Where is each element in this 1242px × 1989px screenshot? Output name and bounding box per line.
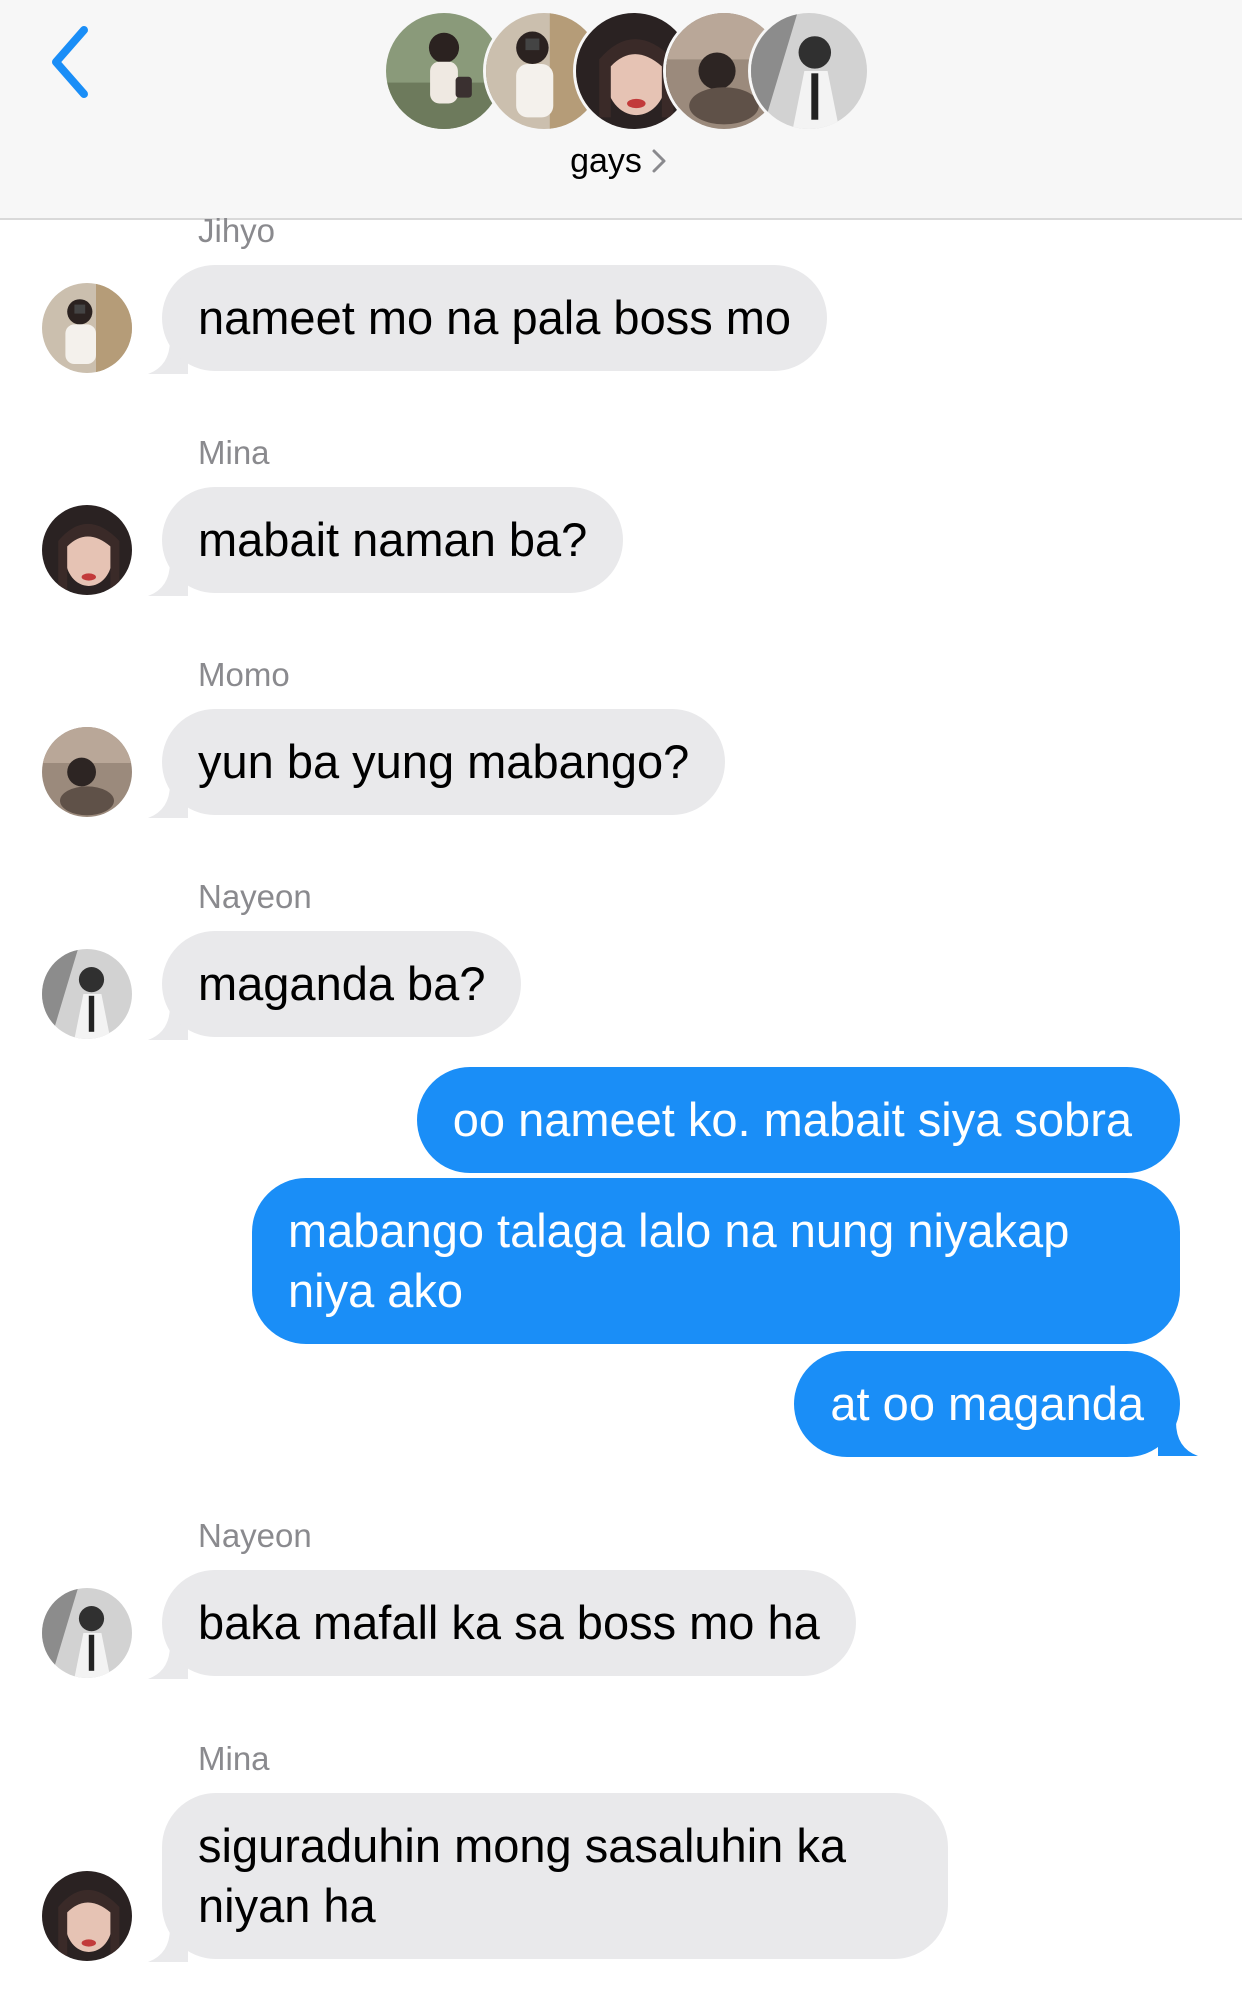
back-button[interactable]	[44, 22, 100, 102]
chevron-right-icon	[652, 149, 666, 173]
avatar[interactable]	[42, 283, 132, 373]
incoming-message-bubble[interactable]: mabait naman ba?	[162, 487, 624, 593]
incoming-message-bubble[interactable]: yun ba yung mabango?	[162, 709, 726, 815]
outgoing-message-bubble[interactable]: oo nameet ko. mabait siya sobra	[416, 1067, 1180, 1173]
sender-name: Mina	[198, 434, 270, 471]
avatar[interactable]	[42, 949, 132, 1039]
conversation-header: gays	[0, 0, 1242, 220]
group-name: gays	[570, 142, 642, 180]
incoming-message-bubble[interactable]: maganda ba?	[162, 931, 522, 1037]
sender-name: Momo	[198, 656, 290, 693]
incoming-message-bubble[interactable]: siguraduhin mong sasaluhin ka niyan ha	[162, 1793, 948, 1959]
avatar[interactable]	[42, 1588, 132, 1678]
sender-name: Nayeon	[198, 1517, 312, 1554]
avatar[interactable]	[42, 727, 132, 817]
group-avatar-5	[748, 10, 870, 132]
chevron-left-icon	[52, 26, 88, 98]
group-name-link[interactable]: gays	[0, 142, 1242, 181]
outgoing-message-bubble[interactable]: at oo maganda	[794, 1351, 1180, 1457]
avatar[interactable]	[42, 1871, 132, 1961]
outgoing-message-bubble[interactable]: mabango talaga lalo na nung niyakap niya…	[252, 1178, 1180, 1344]
incoming-message-bubble[interactable]: baka mafall ka sa boss mo ha	[162, 1570, 856, 1676]
incoming-message-bubble[interactable]: nameet mo na pala boss mo	[162, 265, 828, 371]
sender-name: Jihyo	[198, 212, 276, 249]
group-avatars[interactable]	[383, 10, 870, 135]
sender-name: Nayeon	[198, 878, 312, 915]
avatar[interactable]	[42, 505, 132, 595]
sender-name: Mina	[198, 1740, 270, 1777]
